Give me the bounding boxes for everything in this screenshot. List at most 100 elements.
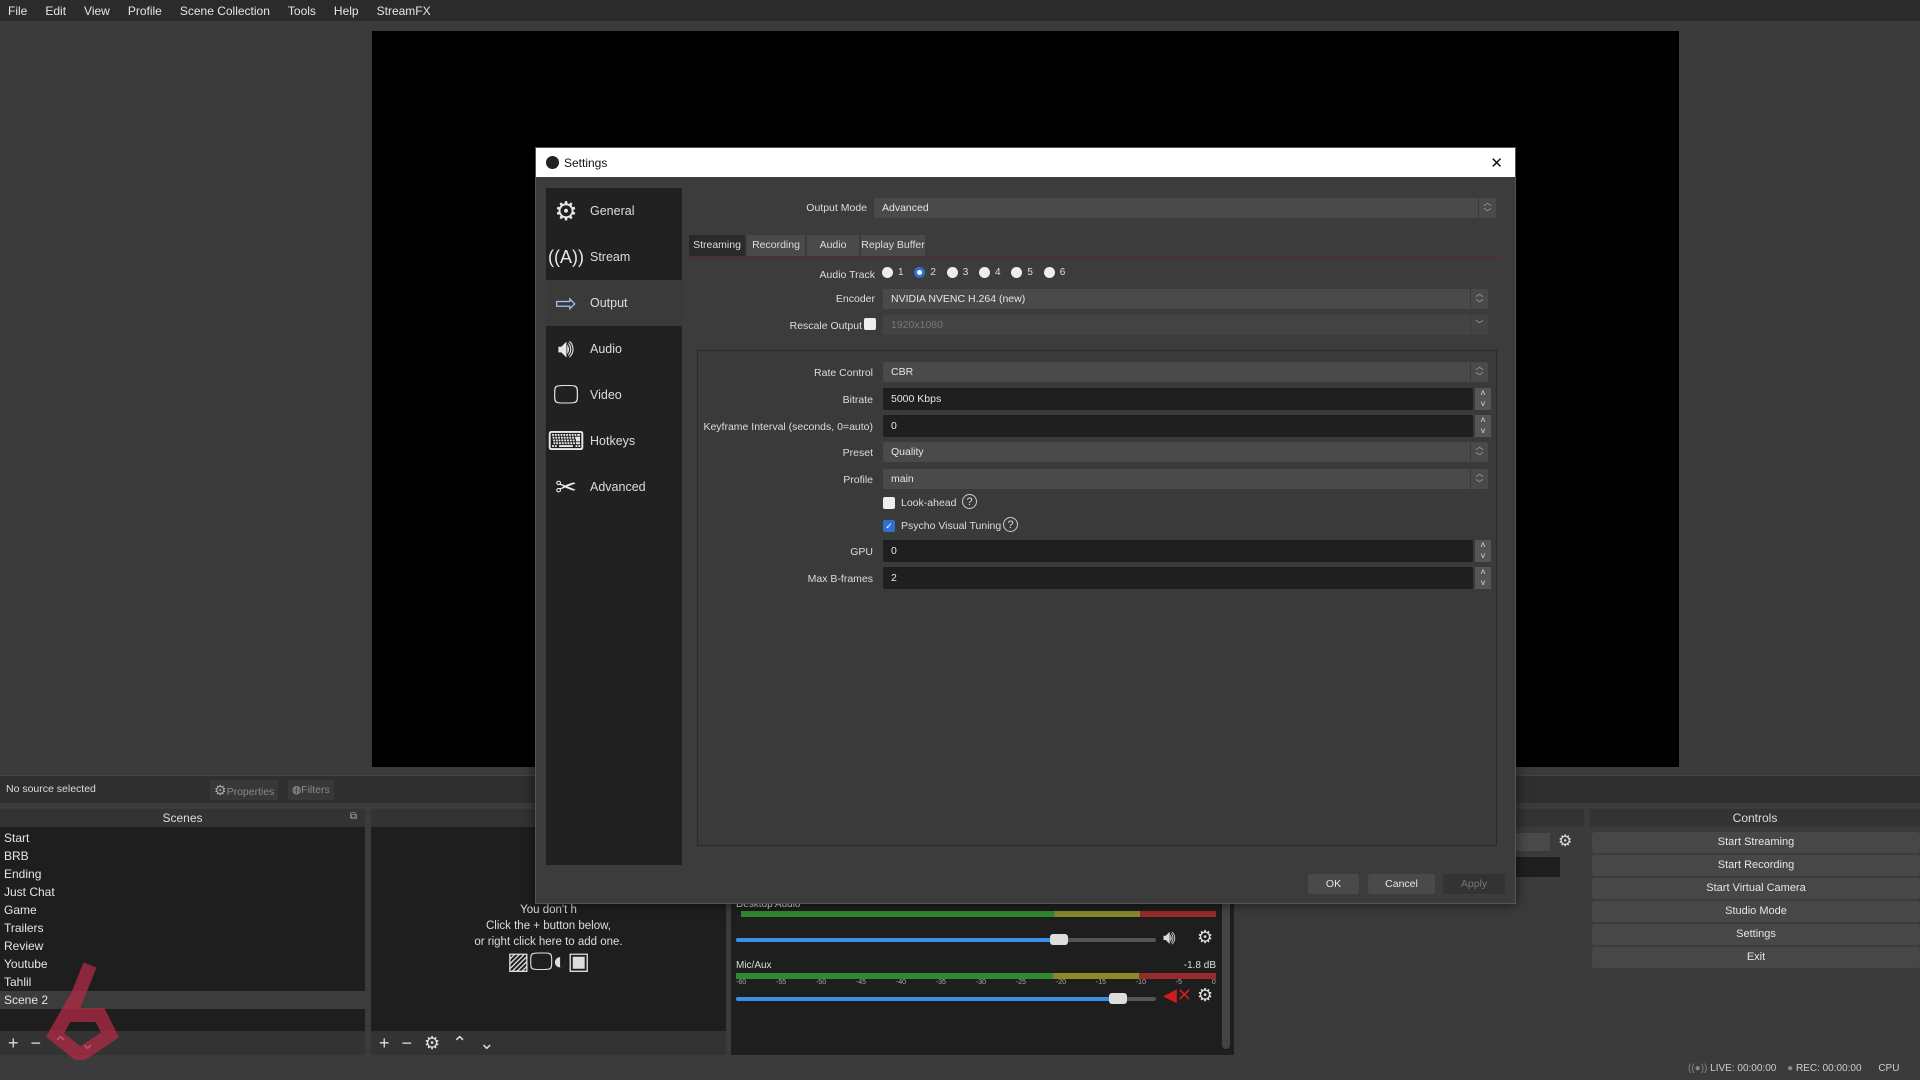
menu-edit[interactable]: Edit	[45, 4, 66, 18]
down-icon[interactable]: ⌄	[479, 1033, 494, 1054]
preset-select[interactable]: Quality ︿ ﹀	[883, 442, 1488, 462]
menu-file[interactable]: File	[8, 4, 27, 18]
bitrate-label: Bitrate	[842, 394, 873, 406]
filters-button[interactable]: ◍Filters	[288, 780, 334, 800]
menu-scene-collection[interactable]: Scene Collection	[180, 4, 270, 18]
antenna-icon: ((A))	[548, 246, 584, 267]
cancel-button[interactable]: Cancel	[1368, 874, 1435, 894]
tab-recording[interactable]: Recording	[747, 235, 805, 256]
radio-track-5[interactable]	[1011, 267, 1023, 278]
radio-track-6[interactable]	[1043, 267, 1055, 278]
remove-icon[interactable]: −	[402, 1033, 413, 1054]
undock-icon[interactable]: ⧉	[350, 811, 357, 822]
menu-help[interactable]: Help	[334, 4, 359, 18]
scene-item[interactable]: Review	[0, 937, 365, 955]
no-source-label: No source selected	[6, 783, 96, 795]
tab-streaming[interactable]: Streaming	[689, 235, 745, 256]
scrollbar[interactable]	[1222, 899, 1230, 1049]
rescale-checkbox[interactable]	[864, 318, 876, 330]
keyframe-input[interactable]: 0 ˄ ˅	[883, 415, 1491, 437]
keyframe-label: Keyframe Interval (seconds, 0=auto)	[703, 421, 873, 433]
scene-item[interactable]: Start	[0, 829, 365, 847]
scene-item[interactable]: Ending	[0, 865, 365, 883]
obs-logo-icon	[546, 156, 559, 169]
sidebar-item-video[interactable]: 🖵 Video	[546, 372, 682, 418]
sidebar-item-general[interactable]: ⚙ General	[546, 188, 682, 234]
volume-knob[interactable]	[1109, 993, 1128, 1004]
volume-slider[interactable]	[736, 934, 1156, 945]
spin-arrows-icon[interactable]: ˄ ˅	[1475, 540, 1491, 562]
profile-label: Profile	[843, 474, 873, 486]
menu-tools[interactable]: Tools	[288, 4, 316, 18]
menu-view[interactable]: View	[84, 4, 110, 18]
menu-profile[interactable]: Profile	[128, 4, 162, 18]
start-recording-button[interactable]: Start Recording	[1592, 855, 1920, 876]
bframes-input[interactable]: 2 ˄ ˅	[883, 567, 1491, 589]
radio-track-3[interactable]	[946, 267, 958, 278]
scene-item[interactable]: Game	[0, 901, 365, 919]
spin-arrows-icon[interactable]: ˄ ˅	[1475, 415, 1491, 437]
studio-mode-button[interactable]: Studio Mode	[1592, 901, 1920, 922]
add-icon[interactable]: +	[8, 1033, 19, 1054]
gear-icon[interactable]: ⚙	[424, 1033, 440, 1054]
gear-icon: ⚙	[554, 195, 578, 226]
sidebar-item-stream[interactable]: ((A)) Stream	[546, 234, 682, 280]
sidebar-item-hotkeys[interactable]: ⌨ Hotkeys	[546, 418, 682, 464]
add-icon[interactable]: +	[379, 1033, 390, 1054]
chevron-updown-icon: ︿ ﹀	[1470, 469, 1488, 489]
filter-icon: ◍	[292, 784, 302, 796]
psycho-visual-checkbox[interactable]: ✓	[883, 520, 895, 532]
properties-button[interactable]: ⚙Properties	[210, 780, 279, 800]
close-icon[interactable]: ✕	[1490, 154, 1503, 172]
sidebar-item-audio[interactable]: 🔊︎ Audio	[546, 326, 682, 372]
settings-sidebar: ⚙ General ((A)) Stream ⇨ Output 🔊︎ Audio 🖵 Vi…	[546, 188, 682, 865]
lookahead-checkbox[interactable]	[883, 497, 895, 509]
output-mode-select[interactable]: Advanced ︿ ﹀	[874, 198, 1496, 218]
audio-track-label: Audio Track	[819, 269, 875, 281]
sidebar-item-output[interactable]: ⇨ Output	[546, 280, 682, 326]
gear-icon[interactable]: ⚙	[1197, 927, 1213, 948]
scene-item[interactable]: Just Chat	[0, 883, 365, 901]
bitrate-input[interactable]: 5000 Kbps ˄ ˅	[883, 388, 1491, 410]
sidebar-item-advanced[interactable]: ✂ Advanced	[546, 464, 682, 510]
tab-replay-buffer[interactable]: Replay Buffer	[861, 235, 925, 256]
profile-select[interactable]: main ︿ ﹀	[883, 469, 1488, 489]
speaker-icon[interactable]: 🔊︎	[1163, 927, 1176, 950]
gear-icon[interactable]: ⚙	[1197, 985, 1213, 1006]
volume-slider[interactable]	[736, 993, 1156, 1004]
rate-control-select[interactable]: CBR ︿ ﹀	[883, 362, 1488, 382]
radio-track-2[interactable]	[914, 267, 926, 278]
chevron-down-icon: ﹀	[1470, 315, 1488, 335]
start-streaming-button[interactable]: Start Streaming	[1592, 832, 1920, 853]
tab-audio[interactable]: Audio	[807, 235, 859, 256]
start-virtual-camera-button[interactable]: Start Virtual Camera	[1592, 878, 1920, 899]
exit-button[interactable]: Exit	[1592, 947, 1920, 968]
menu-streamfx[interactable]: StreamFX	[377, 4, 431, 18]
muted-speaker-icon[interactable]: ◀✕	[1163, 985, 1192, 1006]
encoder-label: Encoder	[835, 293, 875, 305]
help-icon[interactable]: ?	[962, 494, 977, 509]
apply-button[interactable]: Apply	[1443, 874, 1505, 894]
spin-arrows-icon[interactable]: ˄ ˅	[1475, 567, 1491, 589]
settings-button[interactable]: Settings	[1592, 924, 1920, 945]
audio-track-radios: 1 2 3 4 5 6	[874, 267, 1065, 278]
volume-knob[interactable]	[1050, 934, 1069, 945]
gpu-input[interactable]: 0 ˄ ˅	[883, 540, 1491, 562]
help-icon[interactable]: ?	[1003, 517, 1018, 532]
ok-button[interactable]: OK	[1308, 874, 1359, 894]
radio-track-1[interactable]	[882, 267, 893, 278]
radio-track-4[interactable]	[979, 267, 991, 278]
controls-dock: Controls	[1590, 809, 1920, 827]
empty-hint: You don't h	[520, 904, 577, 916]
scenes-title: Scenes	[0, 809, 365, 827]
encoder-select[interactable]: NVIDIA NVENC H.264 (new) ︿ ﹀	[883, 289, 1488, 309]
gear-icon[interactable]: ⚙	[1558, 831, 1572, 851]
scene-item[interactable]: BRB	[0, 847, 365, 865]
up-icon[interactable]: ⌃	[452, 1033, 467, 1054]
lookahead-label: Look-ahead	[901, 497, 957, 509]
tools-icon: ✂	[555, 471, 577, 502]
status-bar: ((●)) LIVE: 00:00:00 ● REC: 00:00:00 CPU	[1688, 1063, 1899, 1074]
controls-title: Controls	[1590, 809, 1920, 827]
spin-arrows-icon[interactable]: ˄ ˅	[1475, 388, 1491, 410]
scene-item[interactable]: Trailers	[0, 919, 365, 937]
